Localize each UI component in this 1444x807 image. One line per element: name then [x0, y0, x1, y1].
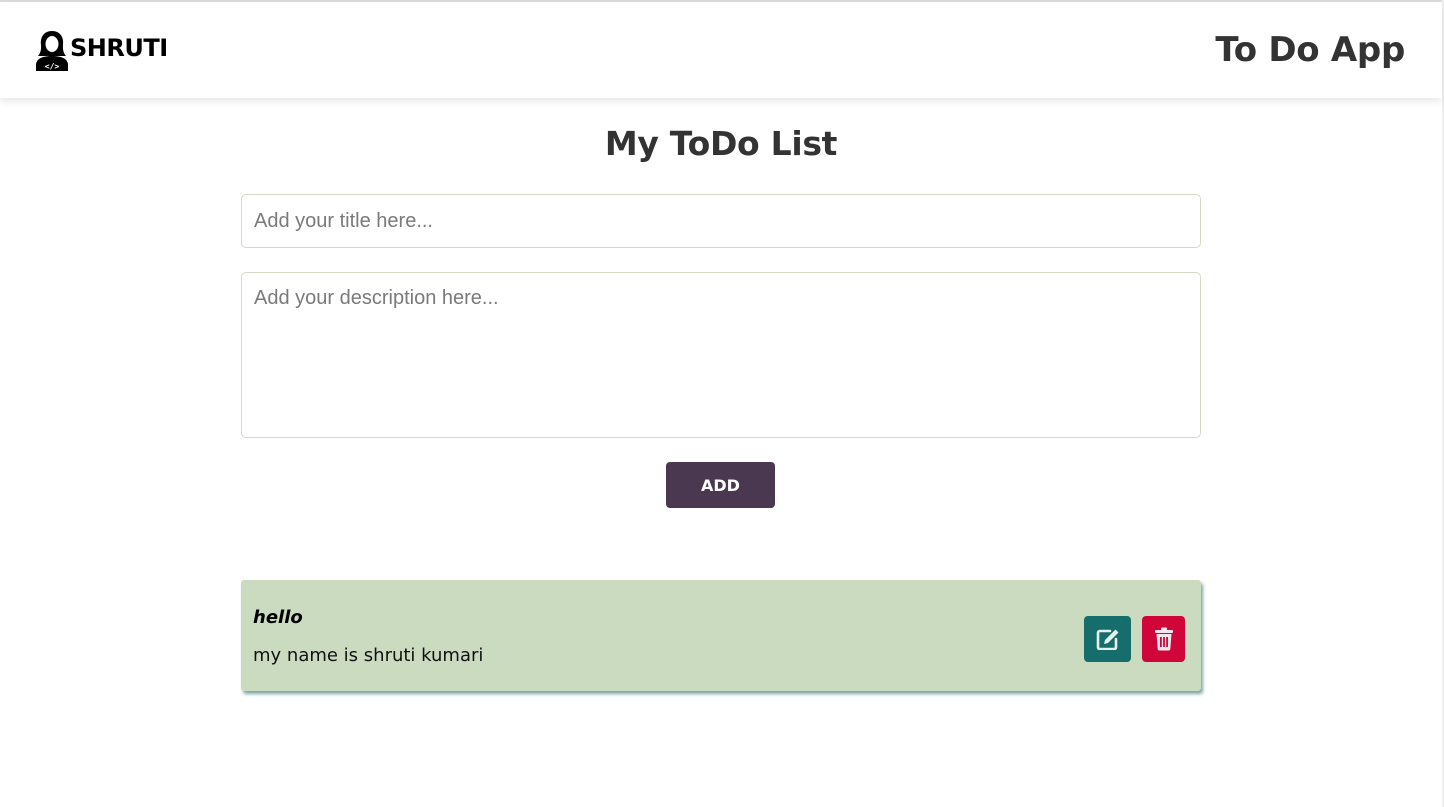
todo-description-input[interactable] [241, 272, 1201, 438]
delete-button[interactable] [1142, 616, 1185, 662]
edit-button[interactable] [1084, 616, 1131, 662]
brand-logo[interactable]: </> SHRUTI [34, 29, 168, 71]
todo-item-title: hello [253, 607, 303, 628]
svg-text:</>: </> [45, 62, 60, 71]
todo-title-input[interactable] [241, 194, 1201, 248]
app-title: To Do App [1215, 30, 1405, 70]
todo-item-description: my name is shruti kumari [253, 645, 484, 666]
todo-item: hello my name is shruti kumari [241, 580, 1201, 691]
edit-icon [1096, 629, 1118, 650]
trash-icon [1154, 627, 1173, 651]
navbar: </> SHRUTI To Do App [0, 2, 1442, 98]
brand-name: SHRUTI [70, 34, 168, 62]
developer-avatar-icon: </> [36, 31, 68, 71]
add-button[interactable]: ADD [666, 462, 775, 508]
page: </> SHRUTI To Do App My ToDo List ADD he… [0, 0, 1444, 807]
page-title: My ToDo List [604, 124, 838, 163]
